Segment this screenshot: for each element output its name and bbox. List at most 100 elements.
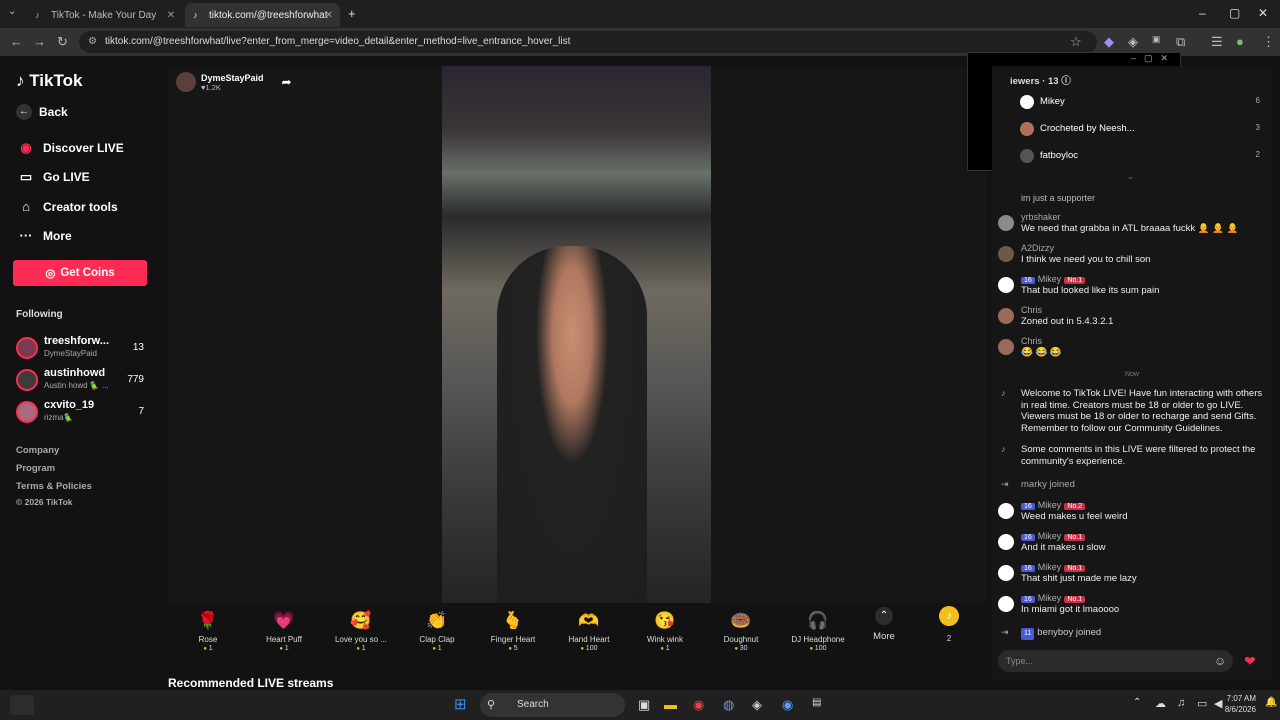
tab-list-icon[interactable]: ⌄ <box>8 6 16 17</box>
share-icon[interactable]: ➦ <box>282 75 292 89</box>
app-icon[interactable]: ▤ <box>812 697 821 708</box>
discord-icon[interactable]: ◍ <box>723 697 734 713</box>
volume-icon[interactable]: ◀ <box>1214 697 1222 710</box>
sidebar-item-go-live[interactable]: ▭ Go LIVE <box>16 169 90 185</box>
gift-finger-heart[interactable]: 🫰 Finger Heart5 <box>478 603 548 652</box>
pip-controls[interactable]: –▢✕ <box>968 53 1180 67</box>
chevron-up-icon[interactable]: ⌃ <box>1133 697 1141 708</box>
new-tab-button[interactable]: + <box>348 6 356 21</box>
network-icon[interactable]: ▭ <box>1197 697 1207 710</box>
site-info-icon[interactable]: ⚙ <box>88 31 97 53</box>
cloud-icon[interactable]: ☁ <box>1155 697 1166 710</box>
footer-link-terms[interactable]: Terms & Policies <box>16 481 92 492</box>
avatar[interactable] <box>998 596 1014 612</box>
avatar[interactable] <box>998 277 1014 293</box>
following-item[interactable]: cxvito_19 rizma🦜 7 <box>16 399 146 427</box>
following-item[interactable]: austinhowd Austin howd 🦜 ... 779 <box>16 367 146 395</box>
avatar[interactable] <box>998 503 1014 519</box>
following-item[interactable]: treeshforw... DymeStayPaid 13 <box>16 335 146 363</box>
microphone-icon[interactable]: ♫ <box>1177 697 1185 709</box>
emoji-icon[interactable]: ☺ <box>1214 654 1226 668</box>
task-view-icon[interactable]: ▣ <box>638 697 650 713</box>
viewer-rank: 2 <box>1255 150 1260 159</box>
gift-love-you[interactable]: 🥰 Love you so ...1 <box>326 603 396 652</box>
chat-username[interactable]: Mikey <box>1038 500 1062 510</box>
clap-icon: 👏 <box>426 611 448 630</box>
browser-menu-icon[interactable]: ⋮ <box>1262 34 1275 50</box>
profile-avatar-icon[interactable]: ● <box>1236 34 1244 49</box>
extension-icon[interactable]: ◆ <box>1104 34 1114 50</box>
maximize-icon[interactable]: ▢ <box>1229 6 1240 20</box>
get-coins-button[interactable]: ◎ Get Coins <box>13 260 147 286</box>
viewer-name: fatboyloc <box>1040 150 1079 161</box>
extension-icon[interactable]: ▣ <box>1152 34 1161 45</box>
extension-icon[interactable]: ◈ <box>1128 34 1138 50</box>
close-window-icon[interactable]: ✕ <box>1258 6 1268 20</box>
reload-icon[interactable]: ↻ <box>57 34 68 50</box>
reading-list-icon[interactable]: ☰ <box>1211 34 1223 50</box>
tab-tiktok-live[interactable]: ♪ tiktok.com/@treeshforwhat ✕ <box>185 3 340 27</box>
minimize-icon[interactable]: – <box>1199 6 1206 20</box>
avatar[interactable] <box>998 339 1014 355</box>
url-input[interactable]: ⚙ tiktok.com/@treeshforwhat/live?enter_f… <box>79 31 1097 53</box>
tiktok-logo[interactable]: ♪ TikTok <box>16 71 82 91</box>
chat-username[interactable]: Mikey <box>1038 531 1062 541</box>
gift-name: Love you so ... <box>334 635 388 644</box>
windows-start-icon[interactable]: ⊞ <box>454 695 467 713</box>
avatar[interactable] <box>998 565 1014 581</box>
heart-icon[interactable]: ❤ <box>1244 653 1256 670</box>
gift-doughnut[interactable]: 🍩 Doughnut30 <box>706 603 776 652</box>
app-icon[interactable]: ◈ <box>752 697 762 713</box>
chat-username[interactable]: Mikey <box>1038 593 1062 603</box>
chat-username[interactable]: Mikey <box>1038 562 1062 572</box>
bookmark-star-icon[interactable]: ☆ <box>1070 34 1082 50</box>
gift-clap-clap[interactable]: 👏 Clap Clap1 <box>402 603 472 652</box>
close-tab-icon[interactable]: ✕ <box>167 10 175 21</box>
extensions-puzzle-icon[interactable]: ⧉ <box>1176 34 1185 50</box>
chrome-icon[interactable]: ◉ <box>693 697 704 713</box>
viewer-row[interactable]: Crocheted by Neesh... 3 <box>1020 121 1260 137</box>
viewer-row[interactable]: Mikey 6 <box>1020 94 1260 110</box>
following-heading: Following <box>16 309 63 320</box>
taskbar-clock[interactable]: 7:07 AM 8/6/2026 <box>1225 693 1256 715</box>
more-gifts-button[interactable]: ⌃ More <box>849 603 919 642</box>
sidebar-item-more[interactable]: ··· More <box>16 228 72 243</box>
viewer-row[interactable]: fatboyloc 2 <box>1020 148 1260 164</box>
avatar[interactable] <box>998 308 1014 324</box>
gift-wink-wink[interactable]: 😘 Wink wink1 <box>630 603 700 652</box>
avatar[interactable] <box>998 246 1014 262</box>
host-info[interactable]: DymeStayPaid ♥1.2K ➦ <box>176 72 292 92</box>
chat-username[interactable]: A2Dizzy <box>1021 243 1054 253</box>
file-explorer-icon[interactable]: ▬ <box>664 697 677 712</box>
gift-name: Wink wink <box>646 635 683 644</box>
chat-username[interactable]: Chris <box>1021 305 1042 315</box>
coin-balance[interactable]: ♪ 2 <box>914 603 984 643</box>
gift-dj-headphone[interactable]: 🎧 DJ Headphone100 <box>783 603 853 652</box>
close-tab-icon[interactable]: ✕ <box>325 10 333 21</box>
sidebar-item-discover-live[interactable]: ◉ Discover LIVE <box>16 140 123 156</box>
taskbar-search[interactable]: ⚲ Search <box>480 693 625 717</box>
back-arrow-icon[interactable]: ← <box>10 34 23 49</box>
tab-tiktok-home[interactable]: ♪ TikTok - Make Your Day ✕ <box>27 3 182 27</box>
chat-input[interactable]: Type... <box>998 650 1233 672</box>
rank-badge: No.1 <box>1064 565 1086 572</box>
chat-username[interactable]: yrbshaker <box>1021 212 1061 222</box>
chrome-active-icon[interactable]: ◉ <box>782 697 793 713</box>
gift-rose[interactable]: 🌹 Rose1 <box>173 603 243 652</box>
avatar[interactable] <box>998 534 1014 550</box>
gift-heart-puff[interactable]: 💗 Heart Puff1 <box>249 603 319 652</box>
chat-username[interactable]: Chris <box>1021 336 1042 346</box>
taskbar-widget[interactable] <box>10 695 34 715</box>
left-sidebar: ♪ TikTok ← Back ◉ Discover LIVE ▭ Go LIVE ⌂… <box>0 56 160 690</box>
footer-link-program[interactable]: Program <box>16 463 55 474</box>
chat-username[interactable]: Mikey <box>1038 274 1062 284</box>
footer-link-company[interactable]: Company <box>16 445 59 456</box>
gift-hand-heart[interactable]: 🫶 Hand Heart100 <box>554 603 624 652</box>
back-button[interactable]: ← Back <box>16 104 68 120</box>
forward-arrow-icon[interactable]: → <box>33 34 46 49</box>
avatar[interactable] <box>998 215 1014 231</box>
live-video[interactable] <box>442 66 711 603</box>
sidebar-item-creator-tools[interactable]: ⌂ Creator tools <box>16 199 118 214</box>
collapse-chevron-icon[interactable]: ⌄ <box>1127 172 1134 181</box>
notification-icon[interactable]: 🔔 <box>1265 697 1277 708</box>
